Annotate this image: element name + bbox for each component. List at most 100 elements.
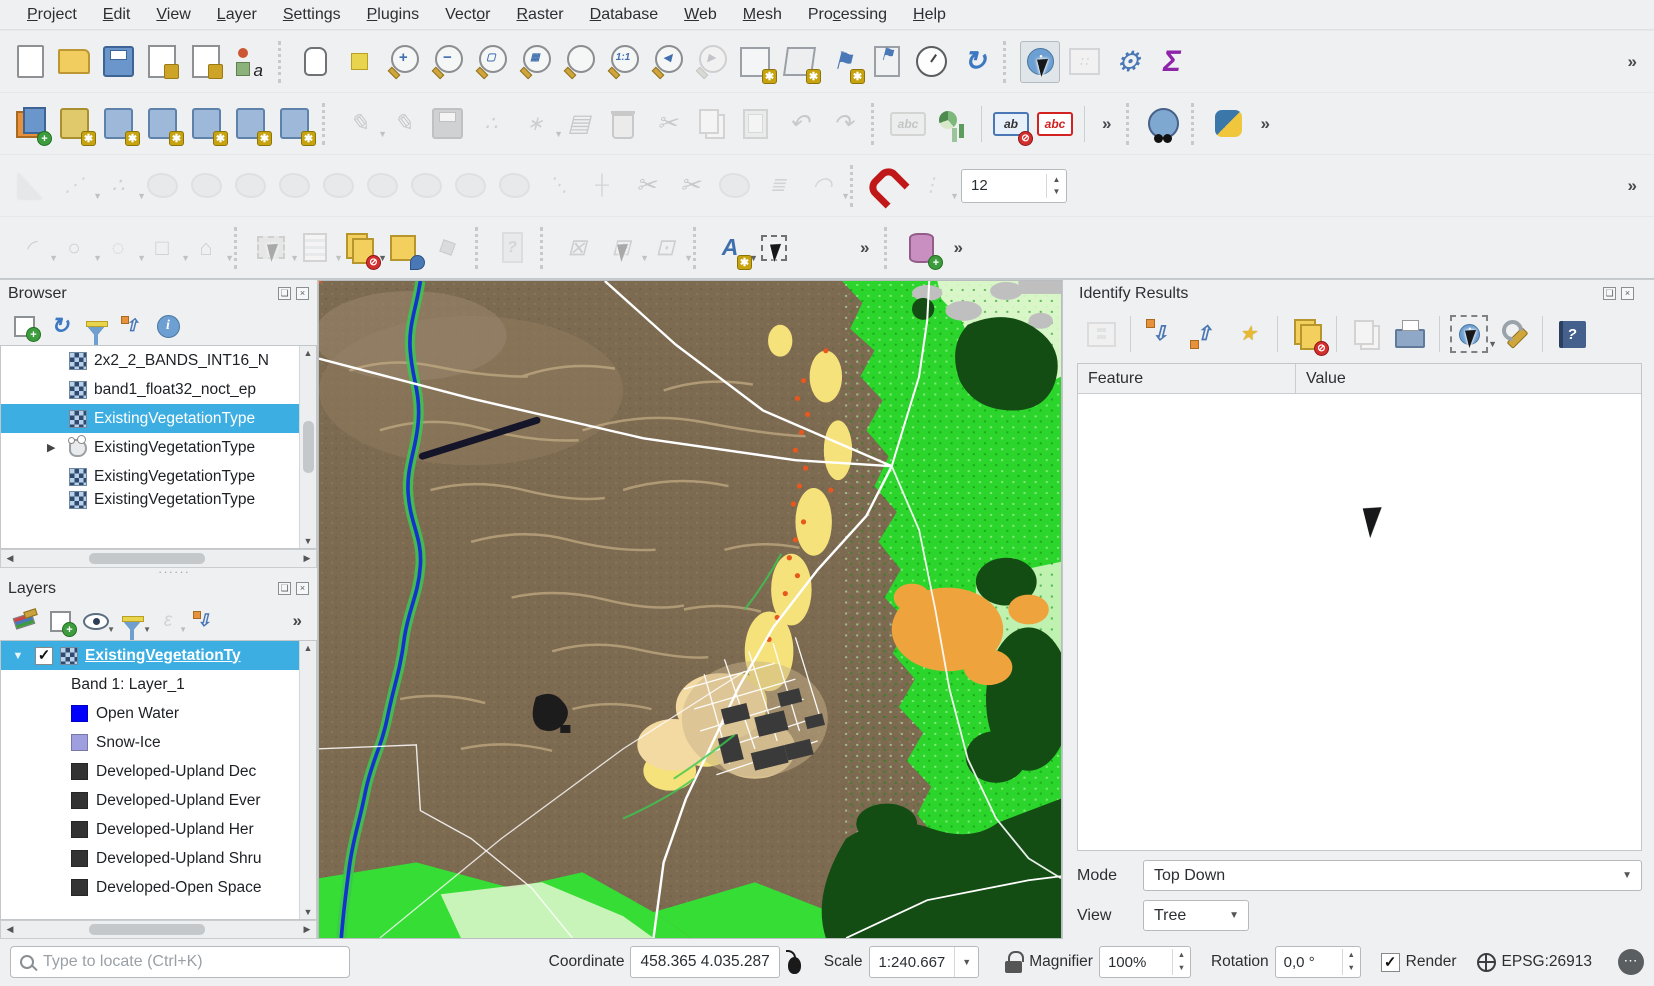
show-statistics-icon[interactable]: Σ [1152, 41, 1192, 83]
add-ring-icon[interactable] [230, 165, 270, 207]
filter-legend-icon[interactable]: ▼ [117, 606, 147, 636]
rotation-spinner[interactable]: 0,0 ° ▲▼ [1275, 946, 1361, 978]
crs-status-value[interactable]: EPSG:26913 [1502, 953, 1592, 971]
small-edit-icon[interactable] [427, 227, 467, 269]
db-manager-icon[interactable]: + [901, 227, 941, 269]
mesh-transform-icon[interactable]: ⊡▼ [645, 227, 685, 269]
layers-float-icon[interactable]: ❏ [278, 582, 291, 595]
pan-to-selection-icon[interactable]: + [339, 41, 379, 83]
menu-layer[interactable]: Layer [204, 3, 270, 27]
collapse-all-icon[interactable]: ⇧ [117, 311, 147, 341]
pan-map-icon[interactable] [295, 41, 335, 83]
vertex-cad-icon[interactable]: ⋱ [538, 165, 578, 207]
fill-ring-icon[interactable] [318, 165, 358, 207]
panel-overflow-icon[interactable]: » [293, 611, 301, 631]
zoom-native-resolution-icon[interactable]: 1:1 [603, 41, 643, 83]
new-geopackage-layer-icon[interactable]: ✱ [54, 103, 94, 145]
advanced-digitizing-icon[interactable]: ∗▼ [515, 103, 555, 145]
expand-collapse-all-icon[interactable]: ⇩ [189, 606, 219, 636]
legend-class-developed-upland-dec[interactable]: Developed-Upland Dec [1, 757, 316, 786]
scale-combobox[interactable]: 1:240.667 ▼ [869, 946, 980, 978]
trim-extend-icon[interactable]: ◠▼ [802, 165, 842, 207]
panel-splitter[interactable] [0, 568, 317, 575]
new-gpx-layer-icon[interactable]: ✱ [274, 103, 314, 145]
menu-edit[interactable]: Edit [90, 3, 144, 27]
select-by-location-icon[interactable] [383, 227, 423, 269]
browser-item-2x2-2-bands-int16-n[interactable]: 2x2_2_BANDS_INT16_N [1, 346, 316, 375]
deselect-all-icon[interactable]: ⊘▼ [339, 227, 379, 269]
open-layer-styling-icon[interactable] [9, 606, 39, 636]
regular-polygon-icon[interactable]: ⌂▼ [186, 227, 226, 269]
open-project-icon[interactable] [54, 41, 94, 83]
menu-settings[interactable]: Settings [270, 3, 354, 27]
lock-icon[interactable] [1005, 951, 1023, 973]
save-project-icon[interactable] [98, 41, 138, 83]
split-parts-icon[interactable]: ✂ [670, 165, 710, 207]
browser-item-existingvegetationtype[interactable]: ExistingVegetationType [1, 404, 316, 433]
identify-settings-icon[interactable] [1493, 313, 1533, 355]
legend-class-developed-upland-shru[interactable]: Developed-Upland Shru [1, 844, 316, 873]
new-spatialite-layer-icon[interactable]: ✱ [142, 103, 182, 145]
delete-ring-icon[interactable] [362, 165, 402, 207]
cut-features-icon[interactable]: ✂ [647, 103, 687, 145]
add-group-icon[interactable]: + [45, 606, 75, 636]
menu-view[interactable]: View [143, 3, 203, 27]
mode-combobox[interactable]: Top Down ▼ [1143, 860, 1642, 891]
dropdown-arrow-icon[interactable]: ▼ [950, 191, 959, 201]
delete-selected-icon[interactable] [603, 103, 643, 145]
legend-class-developed-open-space[interactable]: Developed-Open Space [1, 873, 316, 902]
identify-results-body[interactable] [1078, 394, 1641, 850]
messages-icon[interactable]: ⋯ [1618, 949, 1644, 975]
layers-vscrollbar[interactable]: ▲▼ [299, 641, 316, 919]
python-console-icon[interactable] [1208, 103, 1248, 145]
zoom-in-icon[interactable]: + [383, 41, 423, 83]
layer-diagram-icon[interactable] [932, 103, 972, 145]
collapse-tree-icon[interactable]: ⇧ [1184, 313, 1224, 355]
mesh-digitizing-icon[interactable]: ⊠ [557, 227, 597, 269]
ellipse-icon[interactable]: ◌▼ [98, 227, 138, 269]
move-vertex-icon[interactable]: ┼ [582, 165, 622, 207]
dropdown-arrow-icon[interactable]: ▼ [179, 625, 187, 634]
toolbar-overflow-icon[interactable]: » [1628, 176, 1636, 196]
new-project-icon[interactable] [10, 41, 50, 83]
legend-class-snow-ice[interactable]: Snow-Ice [1, 728, 316, 757]
cad-tools-icon[interactable] [10, 165, 50, 207]
current-edits-icon[interactable]: ✎▼ [339, 103, 379, 145]
layer-visibility-checkbox[interactable]: ✓ [35, 647, 53, 665]
dropdown-arrow-icon[interactable]: ▼ [143, 625, 151, 634]
new-print-layout-icon[interactable] [142, 41, 182, 83]
layers-close-icon[interactable]: × [296, 582, 309, 595]
snapping-tolerance-spin[interactable]: 12▲▼ [961, 169, 1067, 203]
refresh-map-icon[interactable]: ↻ [955, 41, 995, 83]
new-spatial-bookmark-icon[interactable]: ⚑✱ [823, 41, 863, 83]
browser-item-existingvegetationtype[interactable]: ExistingVegetationType [1, 491, 316, 508]
new-annotation-layer-icon[interactable]: A✱▼ [710, 227, 750, 269]
menu-web[interactable]: Web [671, 3, 730, 27]
menu-raster[interactable]: Raster [503, 3, 576, 27]
circle-icon[interactable]: ○▼ [54, 227, 94, 269]
menu-mesh[interactable]: Mesh [730, 3, 795, 27]
coordinate-field[interactable]: 458.365 4.035.287 [630, 946, 779, 978]
offset-curve-icon[interactable] [450, 165, 490, 207]
legend-class-developed-upland-ever[interactable]: Developed-Upland Ever [1, 786, 316, 815]
metasearch-icon[interactable] [1143, 103, 1183, 145]
toolbar-overflow-icon[interactable]: » [860, 238, 868, 258]
menu-plugins[interactable]: Plugins [354, 3, 432, 27]
spinner-arrows-icon[interactable]: ▲▼ [1046, 174, 1066, 198]
identify-features-icon[interactable]: i [1020, 41, 1060, 83]
legend-class-developed-upland-her[interactable]: Developed-Upland Her [1, 815, 316, 844]
map-canvas[interactable] [318, 280, 1062, 939]
digitize-segment-icon[interactable]: ⋰▼ [54, 165, 94, 207]
filter-by-expression-icon[interactable]: ε▼ [153, 606, 183, 636]
move-feature-icon[interactable]: ∴▼ [98, 165, 138, 207]
merge-attributes-icon[interactable]: ≣ [758, 165, 798, 207]
clear-results-icon[interactable]: ⊘ [1287, 313, 1327, 355]
reshape-features-icon[interactable] [494, 165, 534, 207]
digitize-points-icon[interactable]: ∴ [471, 103, 511, 145]
help-icon[interactable]: ? [1552, 313, 1592, 355]
zoom-last-icon[interactable]: ◂ [647, 41, 687, 83]
merge-features-icon[interactable] [714, 165, 754, 207]
view-combobox[interactable]: Tree ▼ [1143, 900, 1249, 931]
dropdown-arrow-icon[interactable]: ▼ [841, 191, 850, 201]
menu-database[interactable]: Database [577, 3, 672, 27]
